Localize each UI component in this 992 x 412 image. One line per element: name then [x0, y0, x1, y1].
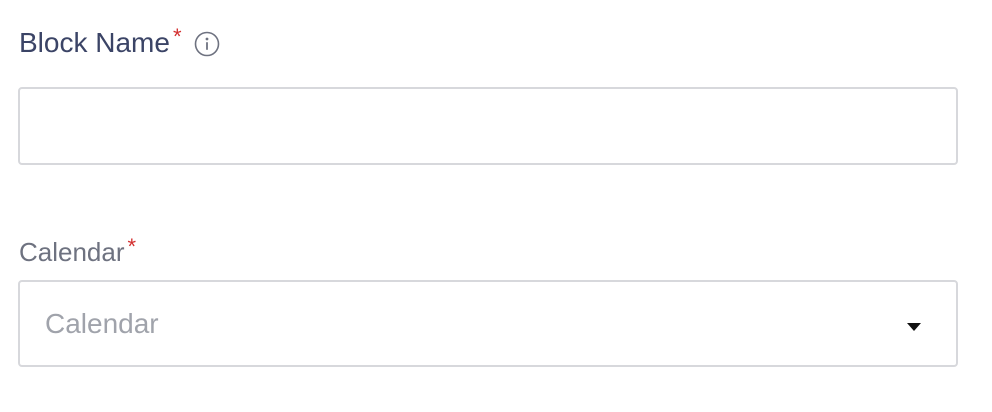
block-name-input[interactable]	[18, 87, 958, 165]
calendar-required-mark: *	[127, 234, 137, 259]
info-icon[interactable]	[194, 31, 220, 57]
block-name-label-text: Block Name	[19, 27, 170, 58]
chevron-down-icon	[906, 319, 922, 331]
calendar-select[interactable]: Calendar	[18, 280, 958, 367]
calendar-label: Calendar *	[19, 234, 136, 270]
block-name-label: Block Name *	[19, 24, 220, 64]
calendar-select-placeholder: Calendar	[45, 307, 159, 339]
block-name-required-mark: *	[172, 24, 182, 49]
calendar-label-text: Calendar	[19, 237, 125, 267]
